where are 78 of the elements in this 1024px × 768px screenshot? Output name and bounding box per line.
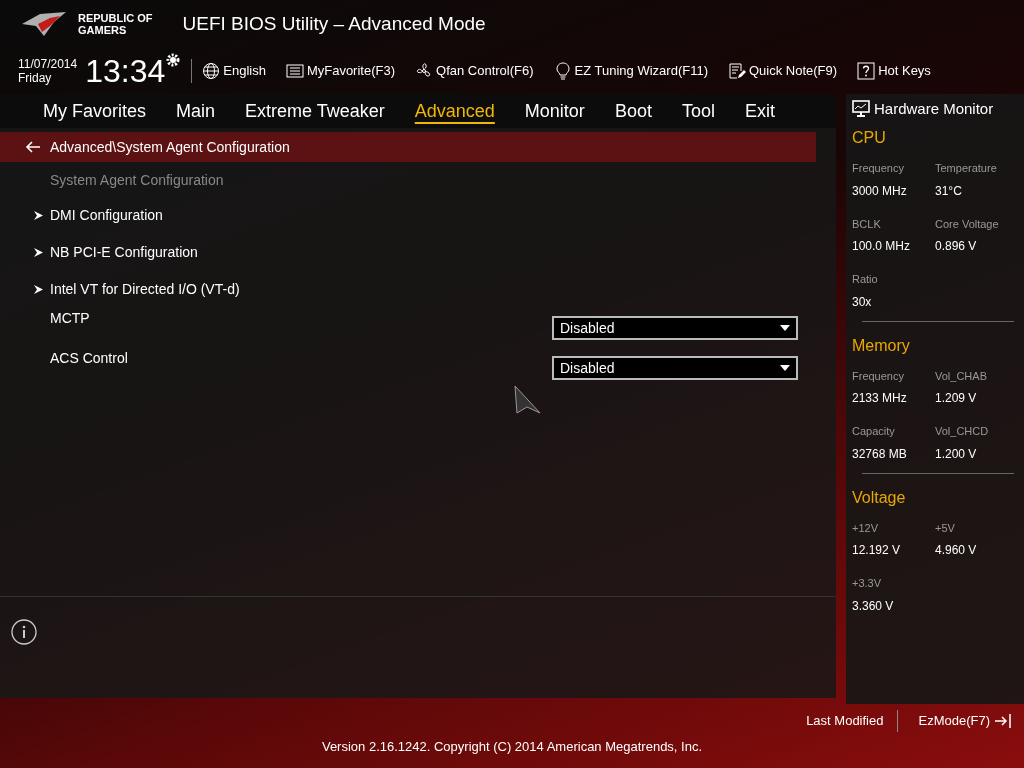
metric-label: Vol_CHCD [935, 424, 990, 439]
copyright-text: Version 2.16.1242. Copyright (C) 2014 American Megatrends, Inc. [321, 738, 703, 756]
logo-icon [20, 10, 68, 38]
panel-title: Hardware Monitor [874, 98, 994, 119]
chevron-icon [34, 285, 43, 294]
metric-label: +5V [935, 520, 956, 536]
menu-tab[interactable]: Monitor [509, 97, 600, 125]
toolbar-link[interactable]: English [223, 61, 266, 81]
list-icon[interactable] [285, 62, 304, 80]
lightbulb-icon[interactable] [553, 62, 572, 80]
metric-value: 1.200 V [935, 445, 978, 463]
metric-value: 1.209 V [935, 390, 978, 407]
day-text: Friday [18, 71, 53, 85]
brand-name: GAMERS [78, 24, 128, 36]
metric-value: 2133 MHz [852, 390, 908, 407]
submenu-link[interactable]: NB PCI-E Configuration [50, 242, 198, 263]
last-modified-button[interactable]: Last Modified [792, 711, 898, 731]
toolbar-link[interactable]: EZ Tuning Wizard(F11) [574, 61, 708, 81]
section-heading: Memory [852, 335, 911, 356]
metric-value: 31°C [935, 182, 963, 200]
clock-time: 13:34 [85, 55, 166, 87]
dropdown[interactable]: Disabled [552, 356, 798, 380]
metric-label: Vol_CHAB [935, 368, 988, 384]
menu-tab[interactable]: Main [161, 97, 231, 125]
exit-icon[interactable] [994, 713, 1012, 729]
help-icon[interactable] [857, 62, 876, 80]
metric-value: 30x [852, 293, 873, 311]
dropdown[interactable]: Disabled [552, 316, 798, 340]
breadcrumb: Advanced\System Agent Configuration [50, 137, 290, 157]
metric-label: +12V [852, 520, 879, 536]
metric-value: 32768 MB [852, 445, 908, 463]
menu-tab[interactable]: Exit [729, 97, 790, 125]
section-heading: Voltage [852, 487, 907, 508]
date-text: 11/07/2014 [18, 57, 78, 71]
metric-value: 12.192 V [852, 542, 902, 559]
metric-value: 4.960 V [935, 542, 978, 559]
menu-tab[interactable]: My Favorites [28, 97, 162, 125]
toolbar-link[interactable]: MyFavorite(F3) [306, 61, 395, 81]
caret-icon [780, 365, 790, 371]
ez-mode-button[interactable]: EzMode(F7) [898, 711, 994, 731]
menu-tab[interactable]: Extreme Tweaker [230, 97, 400, 125]
info-icon[interactable] [11, 619, 37, 645]
metric-label: Capacity [852, 424, 896, 439]
setting-label: MCTP [50, 309, 90, 328]
metric-value: 100.0 MHz [852, 238, 912, 255]
toolbar-link[interactable]: Hot Keys [878, 61, 931, 81]
metric-label: Core Voltage [935, 216, 1000, 232]
brand-name: REPUBLIC OF [78, 12, 153, 24]
section-heading: CPU [852, 128, 887, 148]
note-icon[interactable] [728, 62, 746, 80]
metric-label: BCLK [852, 216, 882, 232]
settings-icon[interactable] [165, 52, 182, 68]
submenu-link[interactable]: DMI Configuration [50, 205, 163, 226]
metric-label: Frequency [852, 368, 905, 384]
metric-label: Ratio [852, 272, 879, 287]
metric-label: Temperature [935, 161, 998, 176]
window-title: UEFI BIOS Utility – Advanced Mode [182, 11, 486, 36]
metric-label: +3.3V [852, 576, 883, 591]
menu-tab[interactable]: Boot [599, 97, 667, 125]
chevron-icon [34, 248, 43, 257]
metric-value: 3.360 V [852, 597, 895, 615]
metric-value: 0.896 V [935, 238, 978, 255]
toolbar-link[interactable]: Qfan Control(F6) [436, 61, 534, 81]
section-title: System Agent Configuration [50, 171, 225, 190]
back-arrow-icon[interactable] [25, 141, 41, 153]
submenu-link[interactable]: Intel VT for Directed I/O (VT-d) [50, 279, 240, 300]
toolbar-link[interactable]: Quick Note(F9) [749, 61, 838, 81]
setting-label: ACS Control [50, 349, 128, 368]
chevron-icon [34, 211, 43, 220]
cursor-icon [514, 385, 542, 415]
fan-icon[interactable] [415, 62, 433, 80]
menu-tab[interactable]: Advanced [399, 97, 510, 125]
globe-icon[interactable] [202, 62, 221, 80]
menu-tab[interactable]: Tool [666, 97, 730, 125]
caret-icon [780, 325, 790, 331]
metric-label: Frequency [852, 161, 905, 176]
metric-value: 3000 MHz [852, 182, 908, 200]
monitor-icon [852, 100, 870, 118]
